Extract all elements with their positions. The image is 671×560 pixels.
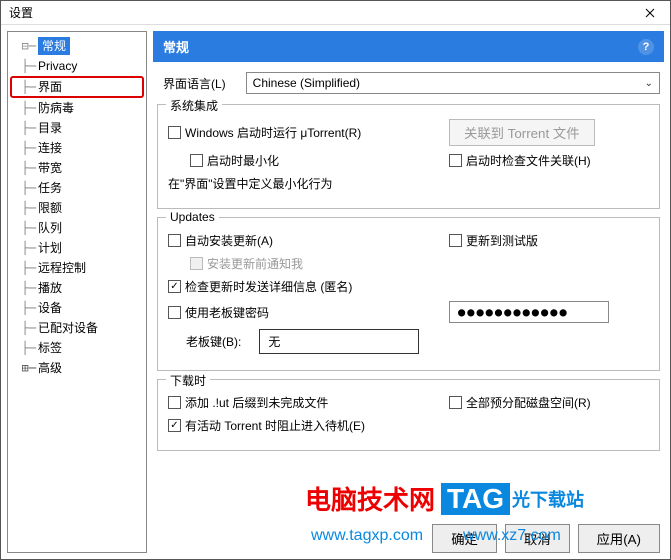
tree-item-connection[interactable]: ├─连接 [10,138,144,158]
group-system-integration: 系统集成 Windows 启动时运行 μTorrent(R) 关联到 Torre… [157,104,660,209]
tree-item-general[interactable]: ⊟─常规 [10,36,144,56]
tree-item-schedule[interactable]: ├─计划 [10,238,144,258]
checkbox-startup[interactable]: Windows 启动时运行 μTorrent(R) [168,124,361,141]
tree-item-bandwidth[interactable]: ├─带宽 [10,158,144,178]
apply-button[interactable]: 应用(A) [578,524,660,553]
language-select[interactable]: Chinese (Simplified) ⌄ [246,72,660,94]
boss-password-field[interactable]: ●●●●●●●●●●●● [449,301,609,323]
tree-item-advanced[interactable]: ⊞─高级 [10,358,144,378]
tree-item-privacy[interactable]: ├─Privacy [10,56,144,76]
panel-header: 常规 ? [153,31,664,62]
boss-key-field[interactable]: 无 [259,329,419,354]
checkbox-prevent-standby[interactable]: ✓有活动 Torrent 时阻止进入待机(E) [168,417,365,434]
checkbox-anon-info[interactable]: ✓检查更新时发送详细信息 (匿名) [168,278,352,295]
minimize-note: 在"界面"设置中定义最小化行为 [168,175,333,192]
group-title-updates: Updates [166,210,219,224]
checkbox-beta-update[interactable]: 更新到测试版 [449,232,538,249]
checkbox-preallocate[interactable]: 全部预分配磁盘空间(R) [449,394,591,411]
ok-button[interactable]: 确定 [432,524,497,553]
tree-item-directories[interactable]: ├─目录 [10,118,144,138]
tree-item-remote[interactable]: ├─远程控制 [10,258,144,278]
associate-button: 关联到 Torrent 文件 [449,119,595,146]
settings-tree[interactable]: ⊟─常规 ├─Privacy ├─界面 ├─防病毒 ├─目录 ├─连接 ├─带宽… [7,31,147,553]
language-label: 界面语言(L) [163,75,226,92]
tree-item-limits[interactable]: ├─限额 [10,198,144,218]
tree-item-ui[interactable]: ├─界面 [10,76,144,98]
window-title: 设置 [9,4,33,21]
checkbox-auto-update[interactable]: 自动安装更新(A) [168,232,273,249]
group-title-sys: 系统集成 [166,97,222,114]
help-icon[interactable]: ? [638,39,654,55]
tree-item-devices[interactable]: ├─设备 [10,298,144,318]
boss-key-label: 老板键(B): [186,333,241,350]
close-button[interactable] [630,1,670,25]
tree-item-antivirus[interactable]: ├─防病毒 [10,98,144,118]
group-title-download: 下载时 [166,372,210,389]
cancel-button[interactable]: 取消 [505,524,570,553]
close-icon [645,8,655,18]
checkbox-check-assoc[interactable]: 启动时检查文件关联(H) [449,152,591,169]
language-value: Chinese (Simplified) [253,76,360,90]
tree-item-playback[interactable]: ├─播放 [10,278,144,298]
tree-item-labels[interactable]: ├─标签 [10,338,144,358]
checkbox-boss-password[interactable]: 使用老板键密码 [168,304,269,321]
tree-item-paired[interactable]: ├─已配对设备 [10,318,144,338]
checkbox-minimize-on-start[interactable]: 启动时最小化 [190,152,279,169]
tree-item-tasks[interactable]: ├─任务 [10,178,144,198]
chevron-down-icon: ⌄ [645,78,653,89]
tree-item-queue[interactable]: ├─队列 [10,218,144,238]
group-download: 下载时 添加 .!ut 后缀到未完成文件 全部预分配磁盘空间(R) ✓有活动 T… [157,379,660,451]
checkbox-ut-extension[interactable]: 添加 .!ut 后缀到未完成文件 [168,394,328,411]
checkbox-notify-update: 安装更新前通知我 [190,255,303,272]
panel-title: 常规 [163,37,189,56]
group-updates: Updates 自动安装更新(A) 更新到测试版 安装更新前通知我 [157,217,660,371]
